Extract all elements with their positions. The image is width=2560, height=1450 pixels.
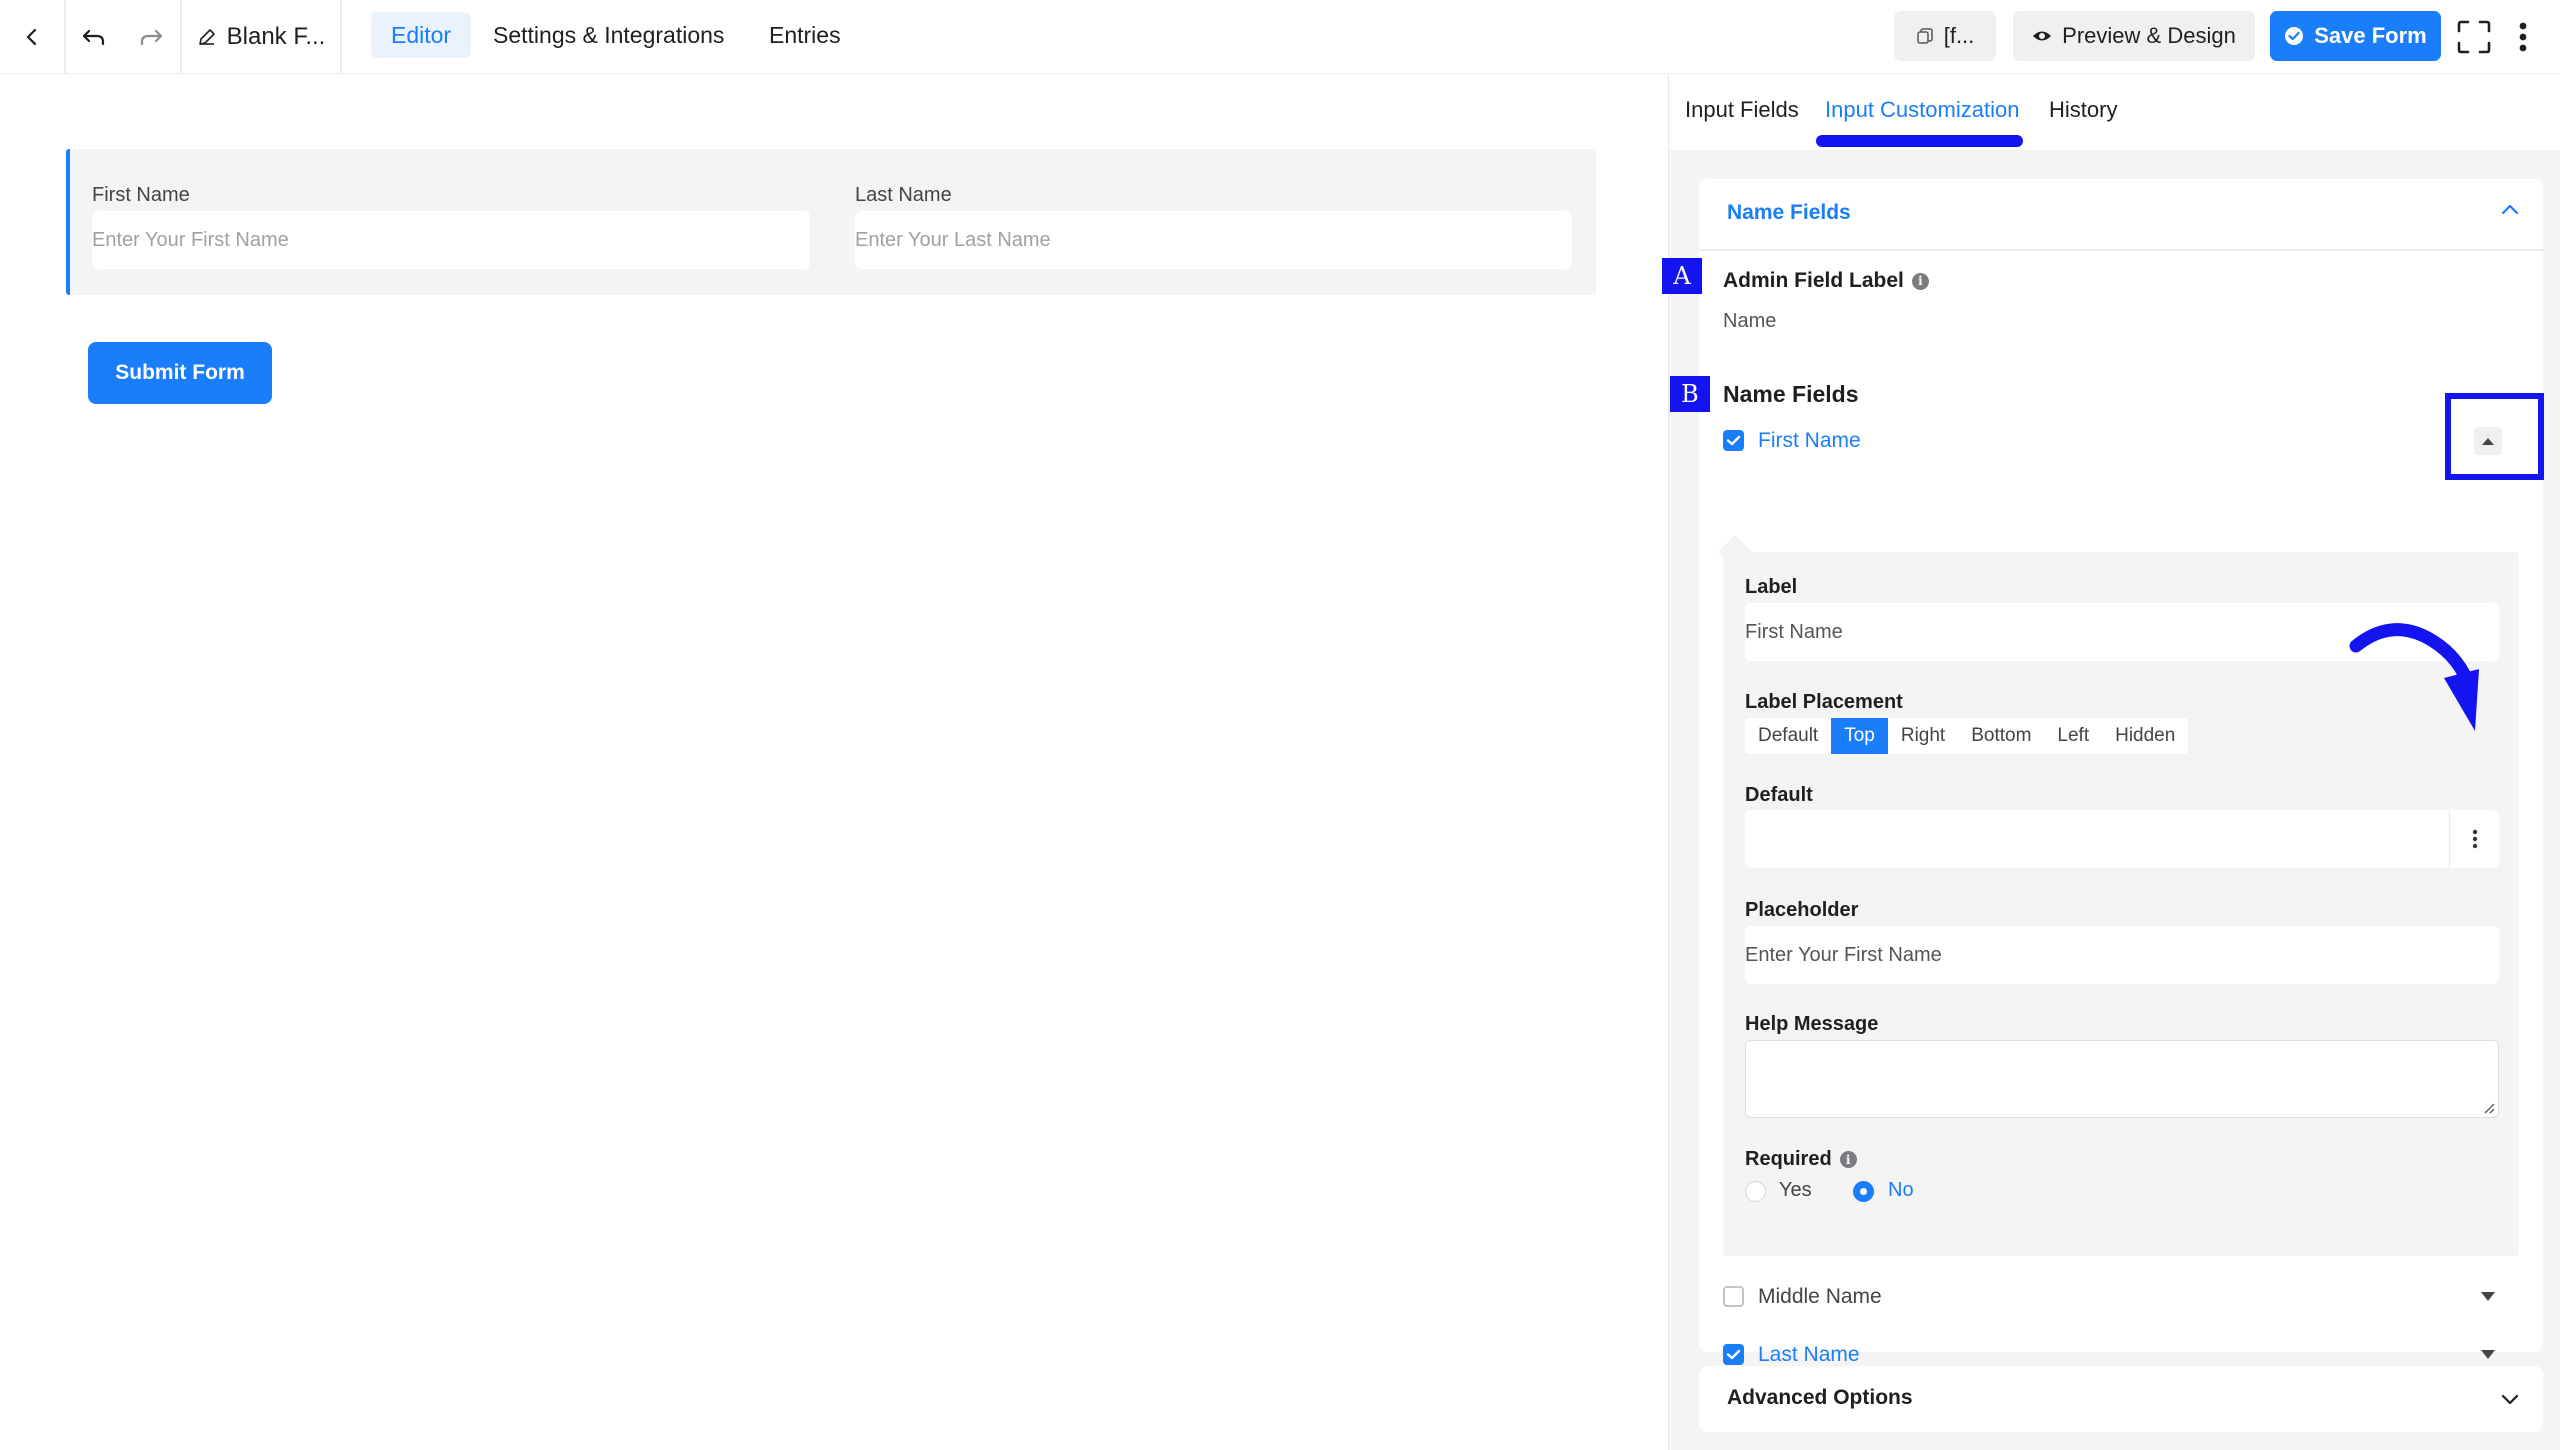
sidebar-tabs: Input Fields Input Customization History (1669, 75, 2560, 150)
last-name-toggle-label[interactable]: Last Name (1758, 1343, 1860, 1367)
default-heading: Default (1745, 784, 1813, 806)
save-form-label: Save Form (2314, 23, 2427, 48)
admin-field-label-heading: Admin Field Label i (1723, 269, 1929, 293)
placeholder-input[interactable]: Enter Your First Name (1745, 926, 2499, 984)
label-heading: Label (1745, 576, 1798, 598)
form-canvas: First Name Enter Your First Name Last Na… (0, 75, 1668, 1450)
middle-name-toggle-label[interactable]: Middle Name (1758, 1285, 1882, 1309)
name-field-row[interactable]: First Name Enter Your First Name Last Na… (66, 149, 1596, 295)
placement-option-top[interactable]: Top (1831, 718, 1888, 754)
help-message-textarea[interactable] (1745, 1040, 2499, 1118)
caret-down-icon[interactable] (2480, 1349, 2496, 1360)
resize-handle-icon[interactable] (2483, 1102, 2495, 1114)
redo-icon (140, 29, 163, 46)
settings-sidebar: Input Fields Input Customization History… (1668, 75, 2560, 1450)
pencil-icon (198, 29, 215, 45)
placement-option-bottom[interactable]: Bottom (1958, 718, 2044, 754)
placement-option-left[interactable]: Left (2044, 718, 2102, 754)
label-input-value: First Name (1745, 620, 1843, 643)
name-fields-panel: Name Fields Admin Field Label i Name Name… (1699, 179, 2543, 1366)
chevron-up-icon[interactable] (2499, 199, 2521, 221)
check-circle-icon (2285, 27, 2304, 45)
advanced-options-panel[interactable]: Advanced Options (1699, 1366, 2543, 1432)
checkmark-icon (1726, 435, 1741, 446)
active-tab-annotation-underline (1816, 135, 2023, 147)
annotation-highlight-box (2445, 393, 2544, 480)
preview-design-label: Preview & Design (2062, 23, 2236, 48)
required-heading: Required i (1745, 1148, 1857, 1171)
placement-option-default[interactable]: Default (1745, 718, 1831, 754)
kebab-menu-icon (2472, 829, 2477, 849)
required-label: Required (1745, 1148, 1832, 1170)
placeholder-input-value: Enter Your First Name (1745, 943, 1942, 966)
fullscreen-icon (2457, 20, 2491, 54)
required-no-radio[interactable] (1853, 1181, 1874, 1202)
help-message-heading: Help Message (1745, 1013, 1879, 1035)
required-no-label[interactable]: No (1888, 1179, 1914, 1202)
placement-option-right[interactable]: Right (1888, 718, 1958, 754)
redo-button[interactable] (122, 0, 180, 74)
save-form-button[interactable]: Save Form (2270, 11, 2441, 61)
undo-button[interactable] (66, 0, 122, 74)
required-yes-radio[interactable] (1745, 1181, 1766, 1202)
admin-field-label-text: Admin Field Label (1723, 269, 1904, 292)
copy-icon (1916, 28, 1933, 44)
form-title-button[interactable]: Blank F... (182, 0, 340, 74)
annotation-curved-arrow-icon (2349, 623, 2479, 731)
info-icon: i (1839, 1151, 1857, 1169)
placement-option-hidden[interactable]: Hidden (2102, 718, 2188, 754)
submit-form-button[interactable]: Submit Form (88, 342, 272, 404)
first-name-input[interactable]: Enter Your First Name (92, 211, 810, 269)
annotation-marker-b: B (1670, 376, 1710, 412)
chevron-down-icon (2501, 1394, 2519, 1405)
tab-history[interactable]: History (2049, 97, 2117, 123)
tab-input-fields[interactable]: Input Fields (1685, 97, 1799, 123)
advanced-options-title: Advanced Options (1727, 1386, 1913, 1409)
checkmark-icon (1726, 1349, 1741, 1360)
kebab-menu-icon (2519, 22, 2527, 52)
first-name-placeholder: Enter Your First Name (92, 228, 289, 251)
more-options-button[interactable] (2506, 0, 2540, 74)
last-name-checkbox[interactable] (1723, 1344, 1744, 1365)
admin-field-value[interactable]: Name (1723, 310, 1776, 333)
default-value-input[interactable] (1745, 810, 2499, 868)
first-name-checkbox[interactable] (1723, 430, 1744, 451)
undo-icon (82, 29, 105, 46)
tab-editor[interactable]: Editor (371, 12, 472, 58)
middle-name-checkbox[interactable] (1723, 1286, 1744, 1307)
caret-down-icon[interactable] (2480, 1291, 2496, 1302)
fullscreen-button[interactable] (2452, 0, 2496, 74)
top-bar: Blank F... Editor Settings & Integration… (0, 0, 2560, 74)
placeholder-heading: Placeholder (1745, 899, 1859, 921)
shortcode-label: [f... (1943, 23, 1975, 48)
panel-title[interactable]: Name Fields (1727, 201, 1851, 225)
tab-input-customization[interactable]: Input Customization (1825, 97, 2019, 123)
required-yes-label[interactable]: Yes (1779, 1179, 1812, 1202)
form-title: Blank F... (226, 23, 326, 50)
last-name-placeholder: Enter Your Last Name (855, 228, 1051, 251)
label-placement-heading: Label Placement (1745, 691, 1903, 713)
annotation-marker-a: A (1662, 258, 1702, 294)
preview-design-button[interactable]: Preview & Design (2013, 11, 2255, 61)
tab-settings-integrations[interactable]: Settings & Integrations (473, 12, 744, 58)
label-placement-segmented-control: Default Top Right Bottom Left Hidden (1745, 718, 2189, 754)
first-name-toggle-label[interactable]: First Name (1758, 429, 1861, 453)
info-icon: i (1911, 272, 1929, 290)
name-fields-heading: Name Fields (1723, 381, 1859, 407)
last-name-label: Last Name (855, 184, 952, 206)
divider (1699, 249, 2543, 251)
smart-codes-button[interactable] (2449, 810, 2499, 868)
last-name-input[interactable]: Enter Your Last Name (855, 211, 1572, 269)
back-button[interactable] (0, 0, 64, 74)
divider (340, 0, 342, 74)
tab-entries[interactable]: Entries (749, 12, 861, 58)
eye-icon (2033, 31, 2052, 41)
chevron-left-icon (26, 28, 37, 46)
first-name-label: First Name (92, 184, 190, 206)
shortcode-button[interactable]: [f... (1894, 11, 1996, 61)
